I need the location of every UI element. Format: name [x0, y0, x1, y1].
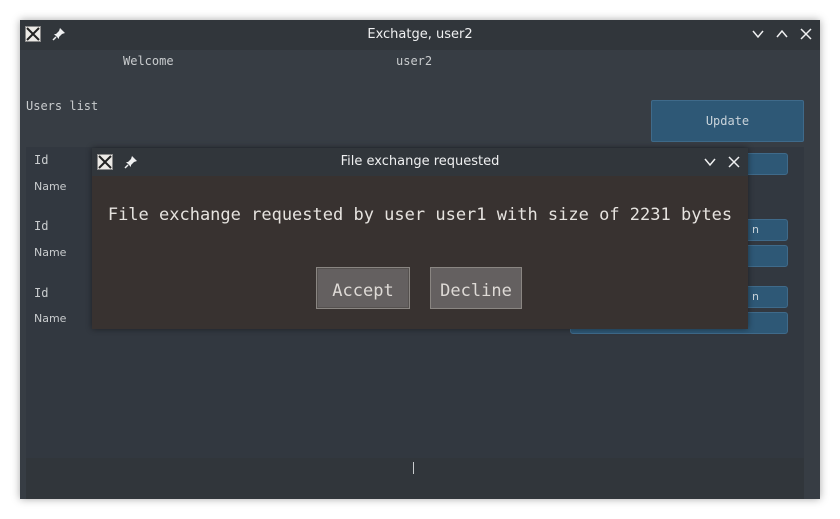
- pin-icon[interactable]: [51, 26, 67, 42]
- status-bar: [26, 458, 804, 499]
- row-action-label: n: [752, 290, 759, 303]
- row-id-label: Id: [34, 153, 49, 167]
- window-title: Exchatge, user2: [367, 27, 473, 42]
- dialog-title: File exchange requested: [340, 154, 500, 169]
- dialog-titlebar[interactable]: File exchange requested: [92, 148, 748, 176]
- decline-button[interactable]: Decline: [430, 267, 522, 309]
- window-titlebar[interactable]: Exchatge, user2: [20, 20, 820, 50]
- chevron-down-icon[interactable]: [751, 27, 765, 41]
- row-name-label: Name: [34, 312, 67, 325]
- x-app-icon[interactable]: [97, 154, 113, 170]
- row-name-label: Name: [34, 180, 67, 193]
- row-id-label: Id: [34, 286, 49, 300]
- row-id-label: Id: [34, 219, 49, 233]
- x-app-icon[interactable]: [25, 26, 41, 42]
- chevron-up-icon[interactable]: [775, 27, 789, 41]
- username-label: user2: [396, 54, 433, 68]
- welcome-label: Welcome: [123, 54, 174, 68]
- file-exchange-dialog: File exchange requested File exchange re…: [92, 148, 748, 329]
- text-cursor: [413, 462, 414, 474]
- pin-icon[interactable]: [123, 154, 139, 170]
- chevron-down-icon[interactable]: [703, 155, 717, 169]
- update-button[interactable]: Update: [651, 100, 804, 142]
- row-name-label: Name: [34, 246, 67, 259]
- users-list-label: Users list: [26, 99, 99, 113]
- row-action-label: n: [752, 223, 759, 236]
- close-icon[interactable]: [727, 155, 741, 169]
- close-icon[interactable]: [799, 27, 813, 41]
- accept-button[interactable]: Accept: [316, 267, 410, 309]
- dialog-message: File exchange requested by user user1 wi…: [107, 205, 733, 225]
